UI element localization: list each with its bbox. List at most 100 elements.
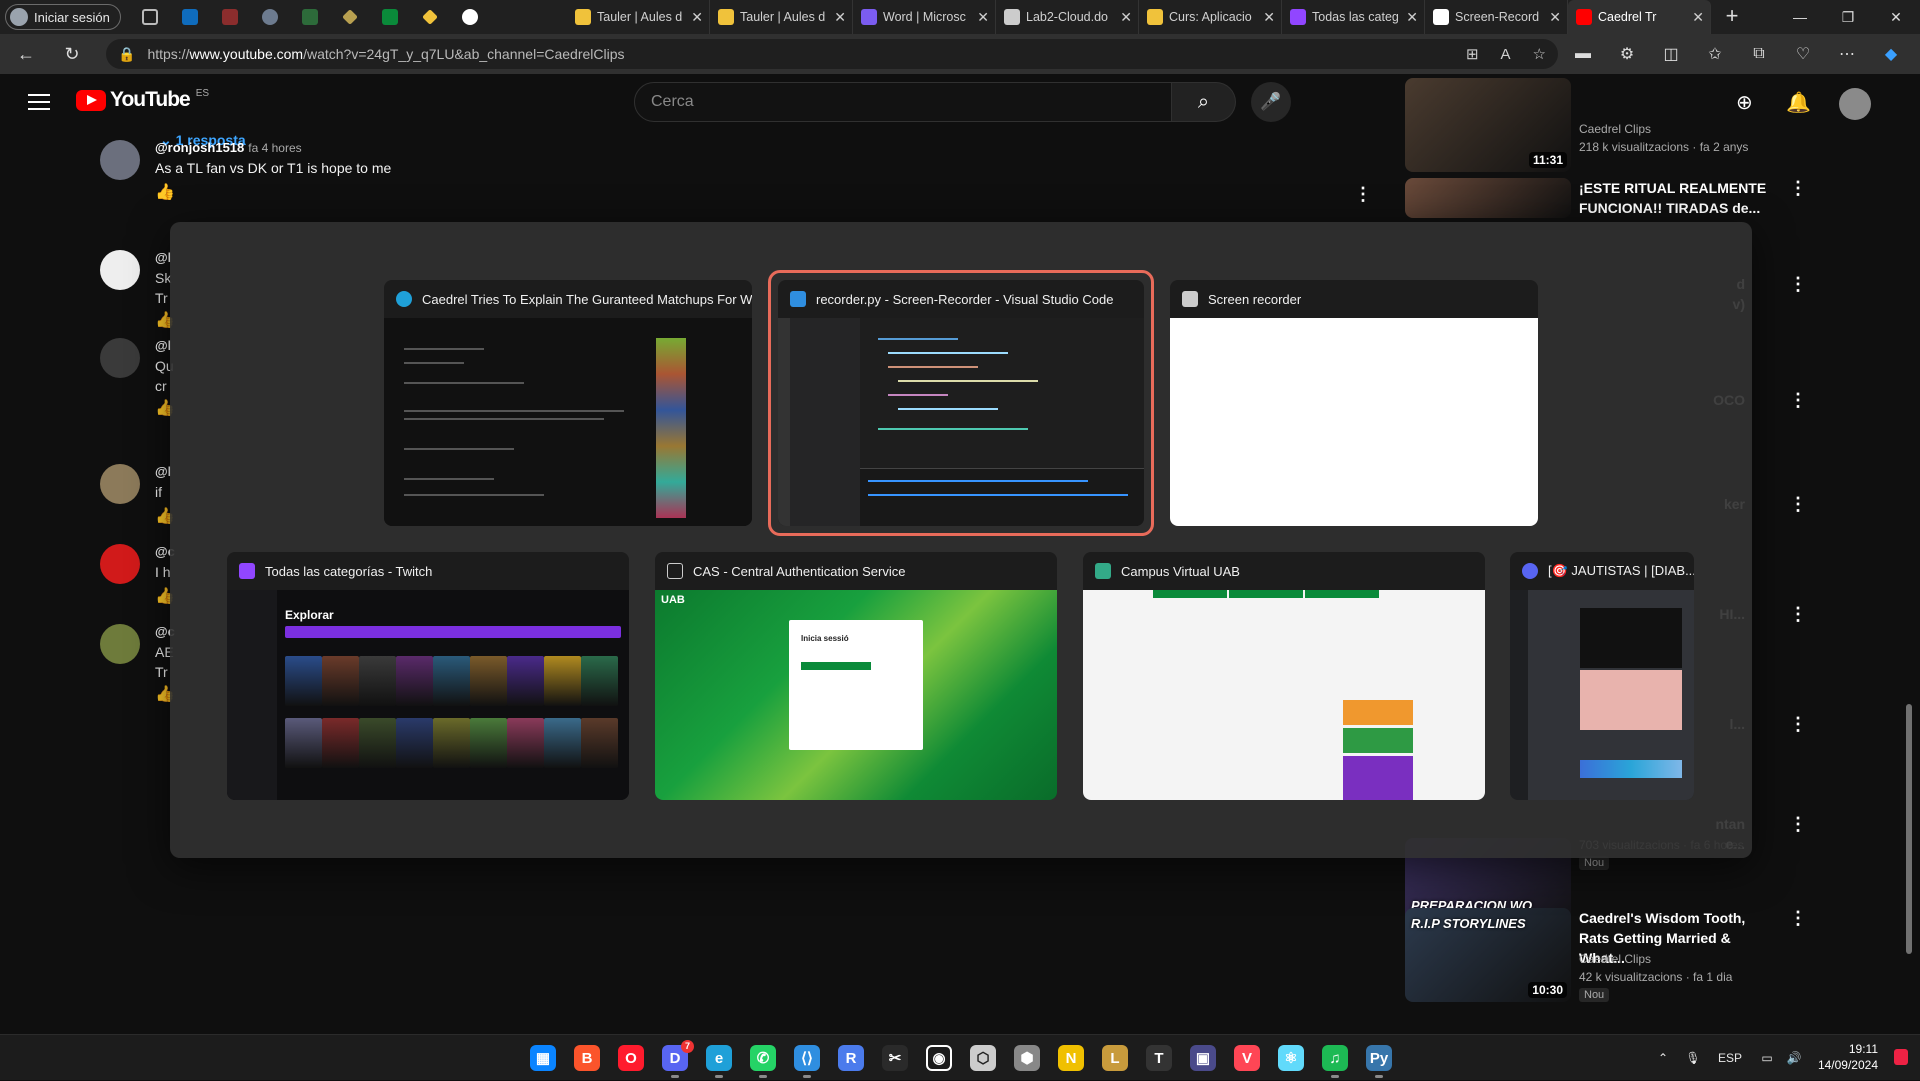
windows-start-icon[interactable]: ▦ — [530, 1045, 556, 1071]
terminal-icon[interactable]: T — [1146, 1045, 1172, 1071]
edge-icon[interactable]: e — [706, 1045, 732, 1078]
split-screen-icon[interactable]: ◫ — [1658, 44, 1684, 64]
unity-icon[interactable]: ⬢ — [1014, 1045, 1040, 1071]
comment-avatar[interactable] — [100, 464, 140, 504]
voice-search-icon[interactable]: 🎤 — [1251, 82, 1291, 122]
pdf-icon[interactable] — [210, 0, 250, 34]
page-scrollbar[interactable] — [1906, 704, 1912, 954]
browser-tab[interactable]: Screen-Record ✕ — [1425, 0, 1568, 34]
browser-tab[interactable]: Curs: Aplicacio ✕ — [1139, 0, 1282, 34]
comment-time[interactable]: fa 4 hores — [248, 141, 301, 155]
browser-tab[interactable]: Lab2-Cloud.do ✕ — [996, 0, 1139, 34]
video-options-icon[interactable]: ⋮ — [1789, 714, 1807, 735]
maximize-icon[interactable]: ❐ — [1824, 0, 1872, 34]
browser-tab[interactable]: Tauler | Aules d ✕ — [567, 0, 710, 34]
opera-icon[interactable]: O — [618, 1045, 644, 1071]
browser-tab[interactable]: Todas las categ ✕ — [1282, 0, 1425, 34]
favorites-icon[interactable]: ✩ — [1702, 44, 1728, 64]
hamburger-menu-icon[interactable] — [28, 94, 50, 110]
clock[interactable]: 19:11 14/09/2024 — [1818, 1041, 1878, 1073]
search-input[interactable]: Cerca — [634, 82, 1172, 122]
volume-icon[interactable]: 🔊 — [1782, 1051, 1806, 1065]
chatgpt-icon[interactable] — [450, 0, 490, 34]
close-tab-icon[interactable]: ✕ — [1263, 9, 1275, 26]
yellow-diamond-icon[interactable] — [410, 0, 450, 34]
snipping-icon[interactable]: ✂ — [882, 1045, 908, 1071]
account-avatar[interactable] — [1839, 88, 1871, 120]
video-options-icon[interactable]: ⋮ — [1789, 494, 1807, 515]
comment-avatar[interactable] — [100, 338, 140, 378]
norton-icon[interactable]: N — [1058, 1045, 1084, 1071]
comment-options-icon[interactable]: ⋮ — [1354, 184, 1372, 205]
new-tab-button[interactable]: + — [1718, 3, 1746, 31]
green-app-icon[interactable] — [290, 0, 330, 34]
extension-flag-icon[interactable]: ▬ — [1570, 45, 1596, 63]
photo-icon[interactable]: ▣ — [1190, 1045, 1216, 1071]
close-tab-icon[interactable]: ✕ — [834, 9, 846, 26]
video-thumbnail[interactable]: R.I.P STORYLINES 10:30 — [1405, 908, 1571, 1002]
outlook-icon[interactable] — [170, 0, 210, 34]
youtube-logo[interactable]: YouTube ES — [76, 88, 209, 112]
signin-button[interactable]: Iniciar sesión — [5, 4, 121, 30]
comment-author[interactable]: @ronjosh1518 — [155, 140, 244, 155]
obs-icon[interactable]: ◉ — [926, 1045, 952, 1071]
extensions-icon[interactable]: ⚙ — [1614, 44, 1640, 64]
spotify-icon[interactable]: ♫ — [1322, 1045, 1348, 1078]
close-tab-icon[interactable]: ✕ — [691, 9, 703, 26]
video-channel[interactable]: Caedrel Clips — [1579, 122, 1651, 136]
window-cas[interactable]: CAS - Central Authentication Service UAB… — [655, 552, 1057, 800]
collections-icon[interactable]: ⧉ — [1746, 45, 1772, 63]
thumbs-up-icon[interactable]: 👍 — [155, 182, 175, 202]
video-options-icon[interactable]: ⋮ — [1789, 390, 1807, 411]
search-button[interactable]: ⌕ — [1172, 82, 1236, 122]
video-channel[interactable]: Caedrel Clips — [1579, 952, 1651, 966]
microphone-icon[interactable]: 🎙 — [1678, 1051, 1708, 1065]
minimize-icon[interactable]: — — [1776, 0, 1824, 34]
network-icon[interactable]: ▭ — [1752, 1051, 1782, 1065]
browser-tab[interactable]: Word | Microsc ✕ — [853, 0, 996, 34]
video-thumbnail[interactable]: 11:31 — [1405, 78, 1571, 172]
close-tab-icon[interactable]: ✕ — [1406, 9, 1418, 26]
comment-avatar[interactable] — [100, 140, 140, 180]
comment-author[interactable]: @l — [155, 338, 171, 353]
tab-stack-icon[interactable] — [130, 0, 170, 34]
more-options-icon[interactable]: ⋯ — [1834, 44, 1860, 64]
close-tab-icon[interactable]: ✕ — [1549, 9, 1561, 26]
window-campus-virtual[interactable]: Campus Virtual UAB — [1083, 552, 1485, 800]
lol-icon[interactable]: L — [1102, 1045, 1128, 1071]
r-icon[interactable]: R — [838, 1045, 864, 1071]
copilot-icon[interactable]: ◆ — [1878, 44, 1904, 64]
back-icon[interactable]: ← — [12, 41, 40, 67]
whatsapp-icon[interactable]: ✆ — [750, 1045, 776, 1078]
video-title[interactable]: ¡ESTE RITUAL REALMENTE FUNCIONA!! TIRADA… — [1579, 178, 1779, 218]
valorant-icon[interactable]: V — [1234, 1045, 1260, 1071]
comment-author[interactable]: @l — [155, 464, 171, 479]
performance-icon[interactable]: ♡ — [1790, 44, 1816, 64]
comment-author[interactable]: @l — [155, 250, 171, 265]
uab-icon[interactable] — [370, 0, 410, 34]
browser-tab[interactable]: Tauler | Aules d ✕ — [710, 0, 853, 34]
portal-icon[interactable] — [250, 0, 290, 34]
url-field[interactable]: 🔒 https://www.youtube.com/watch?v=24gT_y… — [106, 39, 1558, 69]
window-youtube[interactable]: Caedrel Tries To Explain The Guranteed M… — [384, 280, 752, 526]
tray-overflow-icon[interactable]: ⌃ — [1648, 1051, 1678, 1065]
browser-tab[interactable]: Caedrel Tr ✕ — [1568, 0, 1711, 34]
python-icon[interactable]: Py — [1366, 1045, 1392, 1078]
close-tab-icon[interactable]: ✕ — [1692, 9, 1704, 26]
brave-icon[interactable]: B — [574, 1045, 600, 1071]
close-tab-icon[interactable]: ✕ — [977, 9, 989, 26]
notifications-bell-icon[interactable]: 🔔 — [1786, 90, 1811, 115]
diamond-icon[interactable] — [330, 0, 370, 34]
video-options-icon[interactable]: ⋮ — [1789, 814, 1807, 835]
comment-avatar[interactable] — [100, 624, 140, 664]
notification-icon[interactable] — [1894, 1049, 1908, 1065]
video-options-icon[interactable]: ⋮ — [1789, 178, 1807, 199]
window-vscode[interactable]: recorder.py - Screen-Recorder - Visual S… — [778, 280, 1144, 526]
vscode-icon[interactable]: ⟨⟩ — [794, 1045, 820, 1078]
refresh-icon[interactable]: ↻ — [58, 41, 86, 67]
video-options-icon[interactable]: ⋮ — [1789, 908, 1807, 929]
video-options-icon[interactable]: ⋮ — [1789, 274, 1807, 295]
window-screen-recorder[interactable]: Screen recorder — [1170, 280, 1538, 526]
react-icon[interactable]: ⚛ — [1278, 1045, 1304, 1071]
create-video-icon[interactable]: ⊕ — [1736, 90, 1753, 115]
